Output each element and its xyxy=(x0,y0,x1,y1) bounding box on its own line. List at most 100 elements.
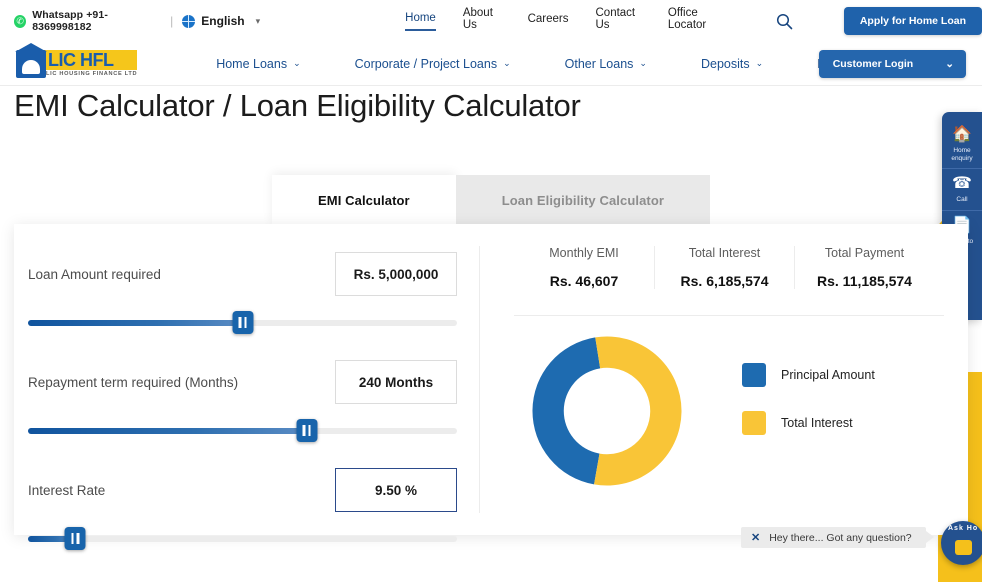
house-logo-icon xyxy=(15,42,47,78)
calculator-tabs: EMI Calculator Loan Eligibility Calculat… xyxy=(272,175,711,226)
chat-avatar-face-icon xyxy=(954,540,972,555)
utility-separator: | xyxy=(170,14,174,28)
chevron-down-icon: ⌄ xyxy=(945,58,954,70)
results-divider xyxy=(514,315,944,316)
legend-swatch-principal xyxy=(742,363,766,387)
nav-item-other-loans-label: Other Loans xyxy=(564,56,634,71)
call-icon: ☎ xyxy=(952,175,972,193)
slider-thumb[interactable] xyxy=(232,311,253,334)
nav-item-home-loans[interactable]: Home Loans ⌄ xyxy=(189,57,327,71)
interest-rate-label: Interest Rate xyxy=(28,482,106,498)
chevron-down-icon: ⌄ xyxy=(755,58,764,68)
chat-avatar-label: Ask Ho xyxy=(948,525,979,532)
slider-thumb[interactable] xyxy=(64,527,86,550)
legend-label-principal: Principal Amount xyxy=(781,368,875,382)
result-total-payment-value: Rs. 11,185,574 xyxy=(817,273,912,289)
loan-amount-slider[interactable] xyxy=(28,311,458,334)
result-monthly-emi-label: Monthly EMI xyxy=(549,246,619,260)
top-nav-item-careers[interactable]: Careers xyxy=(528,13,569,30)
result-total-interest-label: Total Interest xyxy=(688,246,761,260)
top-navigation: Home About Us Careers Contact Us Office … xyxy=(405,7,982,36)
result-monthly-emi-value: Rs. 46,607 xyxy=(549,273,619,289)
main-nav-links: Home Loans ⌄ Corporate / Project Loans ⌄… xyxy=(189,57,908,71)
nav-item-corporate-project-loans-label: Corporate / Project Loans xyxy=(354,56,498,71)
customer-login-label: Customer Login xyxy=(832,58,914,70)
slider-fill xyxy=(28,428,307,434)
result-total-interest-value: Rs. 6,185,574 xyxy=(680,273,769,289)
field-repayment-term: Repayment term required (Months) 240 Mon… xyxy=(28,360,458,442)
result-monthly-emi: Monthly EMI Rs. 46,607 xyxy=(514,246,654,289)
donut-chart-svg xyxy=(532,336,682,486)
search-icon[interactable] xyxy=(776,13,793,30)
chevron-down-icon: ⌄ xyxy=(293,58,301,68)
language-selector[interactable]: English ▾ xyxy=(182,14,260,28)
slider-thumb[interactable] xyxy=(296,419,318,442)
results-summary: Monthly EMI Rs. 46,607 Total Interest Rs… xyxy=(514,246,968,289)
whatsapp-contact[interactable]: ✆ Whatsapp +91-8369998182 xyxy=(14,9,159,33)
calculator-inputs: Loan Amount required Rs. 5,000,000 Repay… xyxy=(14,224,479,550)
repayment-term-label: Repayment term required (Months) xyxy=(28,374,239,390)
result-total-payment: Total Payment Rs. 11,185,574 xyxy=(794,246,934,289)
chevron-down-icon: ⌄ xyxy=(639,58,647,68)
chat-avatar-button[interactable]: Ask Ho xyxy=(941,521,982,565)
chevron-down-icon: ▾ xyxy=(255,15,261,26)
tab-emi-calculator[interactable]: EMI Calculator xyxy=(272,175,456,226)
brand-tagline: LIC HOUSING FINANCE LTD xyxy=(46,71,138,78)
main-navigation-bar: LIC HFL LIC HOUSING FINANCE LTD Home Loa… xyxy=(0,42,982,86)
breakup-chart: Principal Amount Total Interest xyxy=(514,330,968,492)
chevron-down-icon: ⌄ xyxy=(503,58,511,68)
field-loan-amount: Loan Amount required Rs. 5,000,000 xyxy=(28,252,458,334)
whatsapp-icon: ✆ xyxy=(14,14,27,28)
utility-bar: ✆ Whatsapp +91-8369998182 | English ▾ Ho… xyxy=(0,0,982,42)
side-item-home-enquiry[interactable]: 🏠 Home enquiry xyxy=(942,120,982,168)
top-nav-item-office-locator[interactable]: Office Locator xyxy=(668,7,725,36)
globe-icon xyxy=(182,14,196,28)
top-nav-item-about-us[interactable]: About Us xyxy=(463,7,501,36)
nav-item-corporate-project-loans[interactable]: Corporate / Project Loans ⌄ xyxy=(328,57,538,71)
interest-rate-slider[interactable] xyxy=(28,527,458,550)
slider-fill xyxy=(28,320,243,326)
chat-prompt-text: Hey there... Got any question? xyxy=(769,531,912,544)
result-total-payment-label: Total Payment xyxy=(824,246,905,260)
legend-item-total-interest: Total Interest xyxy=(742,411,875,435)
legend-item-principal-amount: Principal Amount xyxy=(742,363,875,387)
tab-loan-eligibility-calculator[interactable]: Loan Eligibility Calculator xyxy=(455,175,711,226)
language-label: English xyxy=(201,14,245,28)
emi-calculator-page: ✆ Whatsapp +91-8369998182 | English ▾ Ho… xyxy=(0,0,982,582)
side-item-call[interactable]: ☎ Call xyxy=(942,168,982,210)
donut-chart xyxy=(526,330,688,492)
loan-amount-label: Loan Amount required xyxy=(28,266,161,282)
nav-item-deposits-label: Deposits xyxy=(700,56,750,71)
customer-login-button[interactable]: Customer Login ⌄ xyxy=(818,50,966,78)
top-nav-item-contact-us[interactable]: Contact Us xyxy=(596,7,641,36)
legend-label-interest: Total Interest xyxy=(781,416,853,430)
loan-amount-input[interactable]: Rs. 5,000,000 xyxy=(335,252,458,296)
field-interest-rate: Interest Rate 9.50 % xyxy=(28,468,458,550)
calculator-card: Loan Amount required Rs. 5,000,000 Repay… xyxy=(14,224,968,550)
side-item-call-label: Call xyxy=(956,196,968,204)
nav-item-other-loans[interactable]: Other Loans ⌄ xyxy=(538,57,674,71)
home-enquiry-icon: 🏠 xyxy=(952,126,972,143)
interest-rate-input[interactable]: 9.50 % xyxy=(335,468,458,512)
legend-swatch-interest xyxy=(742,411,766,435)
repayment-term-input[interactable]: 240 Months xyxy=(335,360,458,404)
close-icon[interactable]: ✕ xyxy=(751,531,760,544)
donut-slice-total-interest xyxy=(594,336,682,486)
lic-hfl-logo[interactable]: LIC HFL LIC HOUSING FINANCE LTD xyxy=(15,42,138,78)
donut-slice-principal-amount xyxy=(532,337,601,485)
chat-prompt-bubble: ✕ Hey there... Got any question? xyxy=(741,527,934,548)
brand-name: LIC HFL xyxy=(48,49,114,70)
nav-item-home-loans-label: Home Loans xyxy=(216,56,288,71)
nav-item-deposits[interactable]: Deposits ⌄ xyxy=(674,57,790,71)
brand-name-box: LIC HFL xyxy=(43,49,138,71)
calculator-results: Monthly EMI Rs. 46,607 Total Interest Rs… xyxy=(480,224,968,535)
whatsapp-number: Whatsapp +91-8369998182 xyxy=(32,9,108,33)
page-title: EMI Calculator / Loan Eligibility Calcul… xyxy=(14,88,581,123)
repayment-term-slider[interactable] xyxy=(28,419,458,442)
side-item-home-enquiry-label: Home enquiry xyxy=(951,146,973,162)
chart-legend: Principal Amount Total Interest xyxy=(742,363,875,459)
top-nav-item-home[interactable]: Home xyxy=(405,12,436,31)
slider-track xyxy=(28,536,458,542)
apply-for-home-loan-button[interactable]: Apply for Home Loan xyxy=(843,7,982,35)
result-total-interest: Total Interest Rs. 6,185,574 xyxy=(654,246,794,289)
